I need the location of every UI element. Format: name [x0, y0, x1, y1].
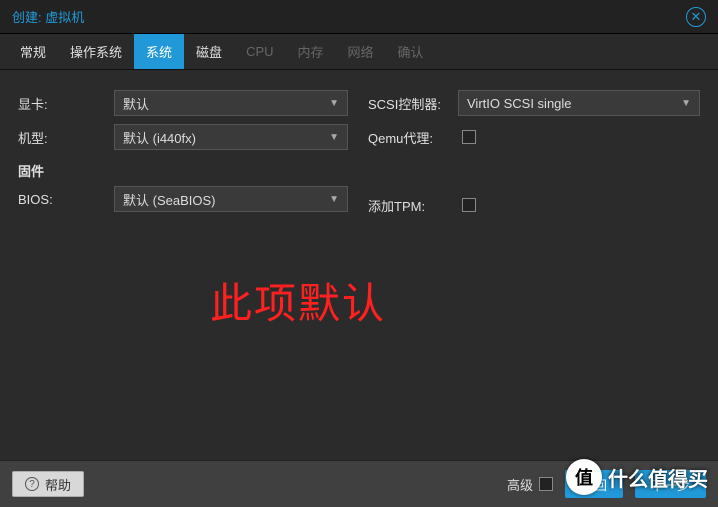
scsi-select[interactable]: VirtIO SCSI single ▼ [458, 90, 700, 116]
wizard-tabs: 常规 操作系统 系统 磁盘 CPU 内存 网络 确认 [0, 34, 718, 70]
qemu-agent-checkbox[interactable] [462, 130, 476, 144]
advanced-label: 高级 [507, 475, 533, 494]
tab-network: 网络 [336, 34, 386, 69]
close-icon[interactable]: ✕ [686, 7, 706, 27]
qemu-agent-label: Qemu代理: [368, 128, 458, 147]
bios-label: BIOS: [18, 192, 114, 207]
help-icon: ? [25, 477, 39, 491]
tab-confirm: 确认 [386, 34, 436, 69]
content-panel: 显卡: 默认 ▼ 机型: 默认 (i440fx) ▼ 固件 BIOS: 默认 (… [0, 70, 718, 460]
tab-general[interactable]: 常规 [8, 34, 58, 69]
tab-system[interactable]: 系统 [134, 34, 184, 69]
graphics-select[interactable]: 默认 ▼ [114, 90, 348, 116]
annotation-text: 此项默认 [210, 270, 386, 331]
watermark: 值 什么值得买 [566, 459, 708, 495]
advanced-checkbox[interactable] [539, 477, 553, 491]
window-title: 创建: 虚拟机 [12, 7, 84, 26]
machine-value: 默认 (i440fx) [123, 128, 196, 147]
bios-value: 默认 (SeaBIOS) [123, 190, 215, 209]
help-label: 帮助 [45, 475, 71, 494]
scsi-label: SCSI控制器: [368, 94, 458, 113]
advanced-toggle[interactable]: 高级 [507, 475, 553, 494]
watermark-icon: 值 [566, 459, 602, 495]
machine-label: 机型: [18, 128, 114, 147]
chevron-down-icon: ▼ [329, 194, 339, 205]
add-tpm-checkbox[interactable] [462, 198, 476, 212]
help-button[interactable]: ? 帮助 [12, 471, 84, 497]
tab-cpu: CPU [234, 34, 285, 69]
firmware-section-header: 固件 [18, 156, 348, 184]
chevron-down-icon: ▼ [681, 98, 691, 109]
watermark-text: 什么值得买 [608, 463, 708, 492]
chevron-down-icon: ▼ [329, 132, 339, 143]
bios-select[interactable]: 默认 (SeaBIOS) ▼ [114, 186, 348, 212]
tab-os[interactable]: 操作系统 [58, 34, 134, 69]
scsi-value: VirtIO SCSI single [467, 96, 572, 111]
graphics-value: 默认 [123, 94, 149, 113]
add-tpm-label: 添加TPM: [368, 196, 458, 215]
title-bar: 创建: 虚拟机 ✕ [0, 0, 718, 34]
chevron-down-icon: ▼ [329, 98, 339, 109]
machine-select[interactable]: 默认 (i440fx) ▼ [114, 124, 348, 150]
tab-disk[interactable]: 磁盘 [184, 34, 234, 69]
tab-memory: 内存 [286, 34, 336, 69]
graphics-label: 显卡: [18, 94, 114, 113]
